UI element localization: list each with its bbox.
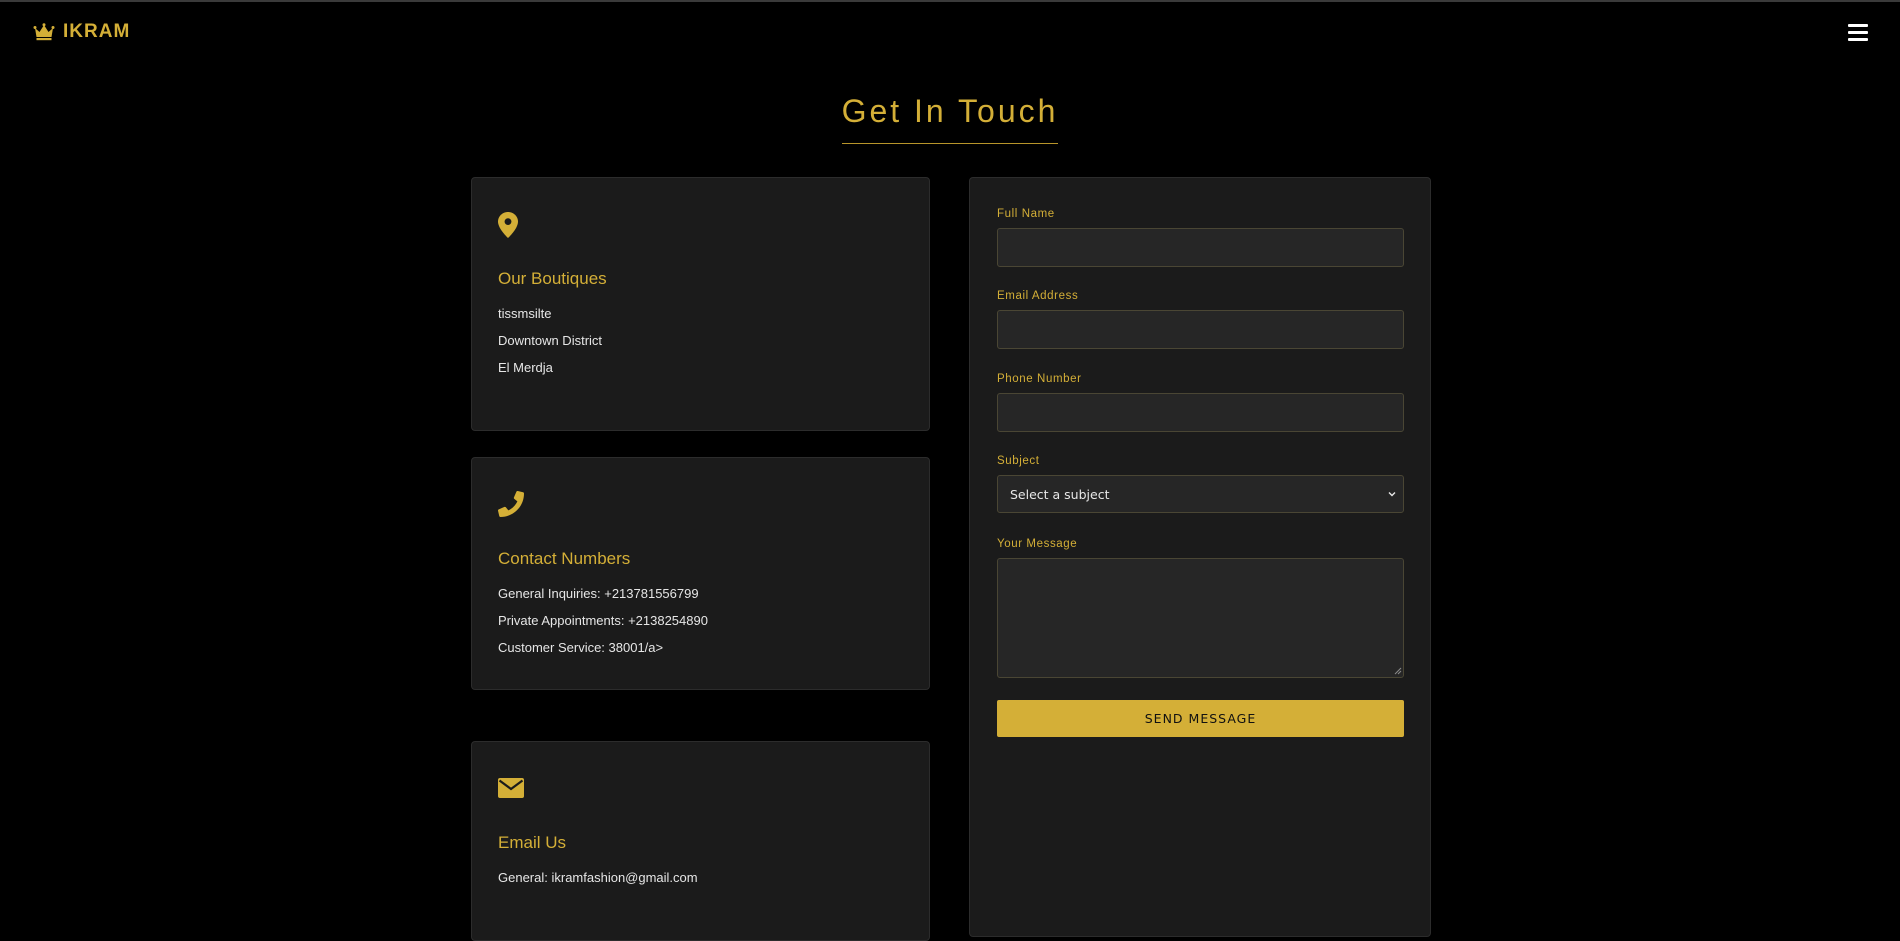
contact-numbers-title: Contact Numbers	[498, 549, 631, 568]
phone-icon	[498, 491, 524, 517]
boutique-line-2: Downtown District	[498, 333, 603, 348]
phone-label: Phone Number	[997, 373, 1082, 385]
subject-select[interactable]: Select a subject	[997, 475, 1404, 513]
phone-line-service: Customer Service: 38001/a>	[498, 640, 664, 655]
message-textarea[interactable]	[997, 558, 1404, 678]
phone-line-general: General Inquiries: +213781556799	[498, 586, 699, 601]
resize-grip-icon[interactable]	[1394, 667, 1402, 675]
brand-logo-link[interactable]: IKRAM	[33, 21, 130, 43]
email-card: Email Us General: ikramfashion@gmail.com	[471, 741, 930, 941]
email-line-general: General: ikramfashion@gmail.com	[498, 870, 698, 885]
phone-line-private: Private Appointments: +2138254890	[498, 613, 708, 628]
send-message-button[interactable]: SEND MESSAGE	[997, 700, 1404, 737]
subject-selected-value: Select a subject	[1010, 486, 1110, 502]
boutique-line-1: tissmsilte	[498, 306, 552, 321]
contact-form: Full Name Email Address Phone Number Sub…	[969, 177, 1431, 937]
contact-numbers-card: Contact Numbers General Inquiries: +2137…	[471, 457, 930, 690]
boutique-line-3: El Merdja	[498, 360, 553, 375]
phone-input[interactable]	[997, 393, 1404, 432]
crown-icon	[33, 23, 55, 41]
hamburger-menu-icon[interactable]	[1846, 22, 1870, 44]
section-title: Get In Touch	[0, 93, 1900, 144]
email-input[interactable]	[997, 310, 1404, 349]
subject-label: Subject	[997, 455, 1040, 467]
full-name-input[interactable]	[997, 228, 1404, 267]
page-title: Get In Touch	[841, 93, 1059, 144]
email-title: Email Us	[498, 833, 567, 852]
message-label: Your Message	[997, 538, 1078, 550]
chevron-down-icon	[1388, 492, 1396, 497]
map-pin-icon	[498, 212, 518, 238]
boutiques-title: Our Boutiques	[498, 269, 607, 288]
full-name-label: Full Name	[997, 208, 1055, 220]
navbar: IKRAM	[0, 2, 1900, 62]
message-wrapper	[970, 558, 1430, 678]
envelope-icon	[498, 778, 524, 798]
boutiques-card: Our Boutiques tissmsilte Downtown Distri…	[471, 177, 930, 431]
email-label: Email Address	[997, 290, 1079, 302]
brand-name: IKRAM	[63, 21, 131, 42]
